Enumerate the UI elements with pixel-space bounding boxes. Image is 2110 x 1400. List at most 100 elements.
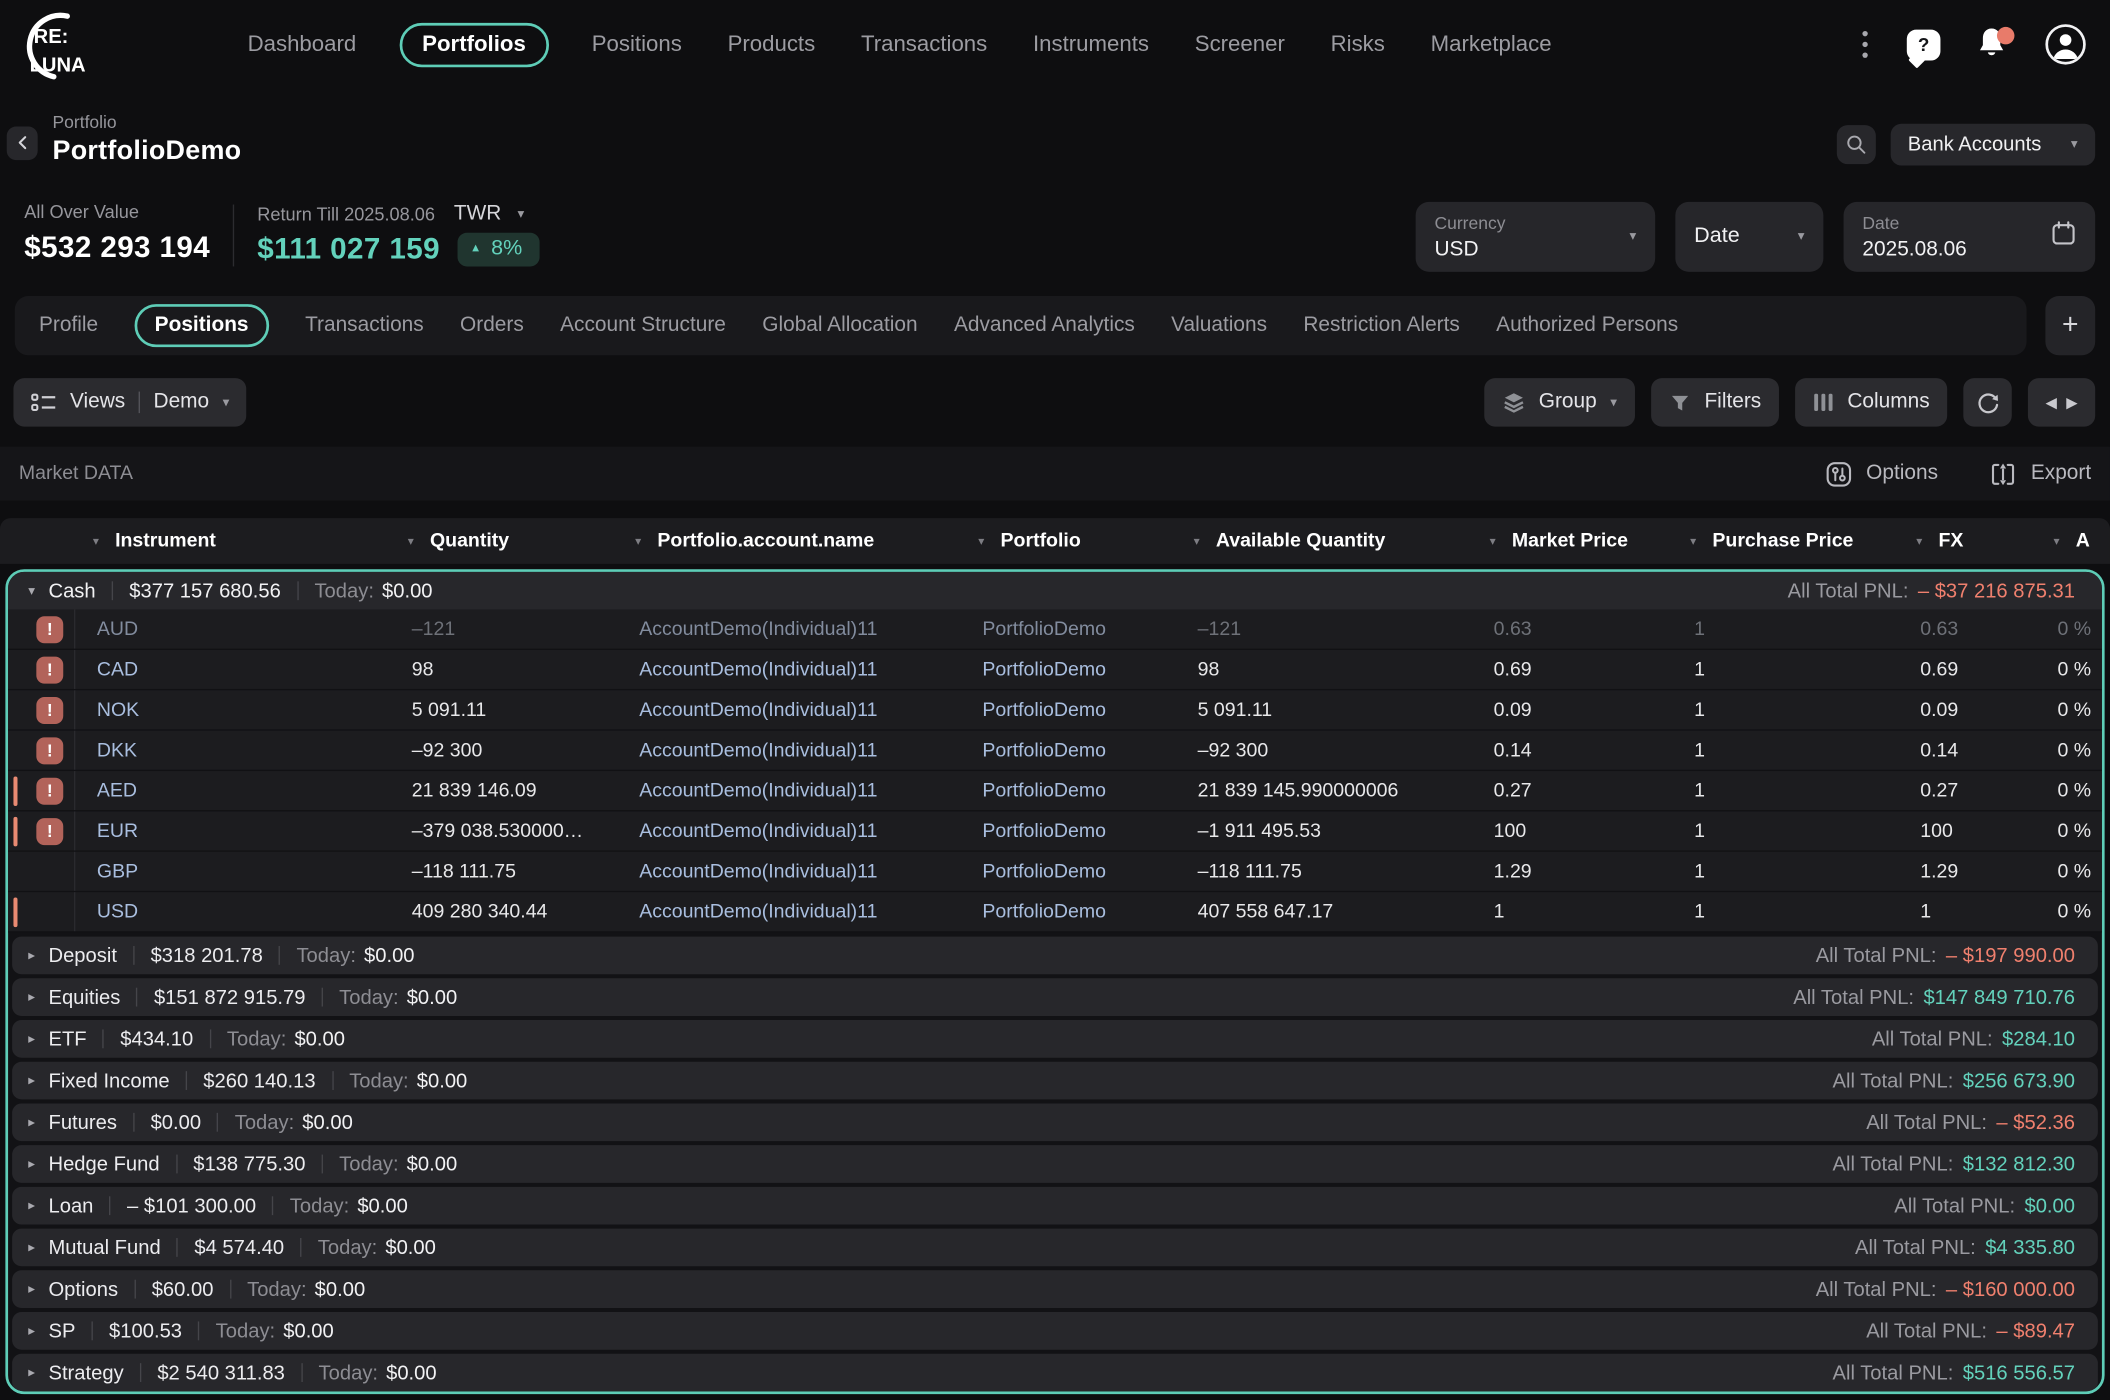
group-pnl: All Total PNL:– $160 000.00 [1816,1278,2075,1301]
nav-item-transactions[interactable]: Transactions [858,24,990,66]
sort-caret-icon: ▾ [978,534,984,549]
divider [279,946,280,965]
group-row-fixed-income[interactable]: ▸Fixed Income$260 140.13Today:$0.00All T… [12,1062,2098,1100]
table-row-gbp[interactable]: GBP–118 111.75AccountDemo(Individual)11P… [8,852,2102,892]
group-row-options[interactable]: ▸Options$60.00Today:$0.00All Total PNL:–… [12,1270,2098,1308]
nav-item-portfolios[interactable]: Portfolios [399,22,548,66]
pnl-value: – $197 990.00 [1946,944,2075,967]
add-tab-button[interactable]: + [2045,296,2095,355]
tab-profile[interactable]: Profile [39,314,98,338]
market-data-bar: Market DATA Options [0,447,2110,501]
cell-market_price: 0.63 [1472,618,1673,640]
date-mode-label: Date [1694,225,1739,249]
expand-caret-icon[interactable]: ▾ [28,583,35,598]
table-row-cad[interactable]: !CAD98AccountDemo(Individual)11Portfolio… [8,650,2102,690]
all-over-value-label: All Over Value [24,202,210,222]
nav-item-marketplace[interactable]: Marketplace [1428,24,1554,66]
columns-button[interactable]: Columns [1795,378,1947,426]
table-row-dkk[interactable]: !DKK–92 300AccountDemo(Individual)11Port… [8,731,2102,771]
return-mode-selector[interactable]: TWR [454,202,501,226]
column-header-instrument[interactable]: ▾Instrument [67,530,382,552]
divider [133,1113,134,1132]
divider [139,392,140,414]
group-row-etf[interactable]: ▸ETF$434.10Today:$0.00All Total PNL:$284… [12,1020,2098,1058]
all-over-value-block: All Over Value $532 293 194 [24,202,210,265]
group-row-strategy[interactable]: ▸Strategy$2 540 311.83Today:$0.00All Tot… [12,1354,2098,1392]
group-row-futures[interactable]: ▸Futures$0.00Today:$0.00All Total PNL:– … [12,1103,2098,1141]
tab-global-allocation[interactable]: Global Allocation [762,314,917,338]
column-header-purchase-price[interactable]: ▾Purchase Price [1665,530,1891,552]
kebab-menu-icon[interactable] [1857,26,1873,64]
group-row-hedge-fund[interactable]: ▸Hedge Fund$138 775.30Today:$0.00All Tot… [12,1145,2098,1183]
filters-button[interactable]: Filters [1651,378,1779,426]
nav-item-screener[interactable]: Screener [1192,24,1287,66]
table-row-nok[interactable]: !NOK5 091.11AccountDemo(Individual)11Por… [8,690,2102,730]
group-pnl: All Total PNL:$4 335.80 [1855,1236,2075,1259]
column-header-fx[interactable]: ▾FX [1891,530,2028,552]
help-icon[interactable]: ? [1907,29,1941,60]
nav-item-risks[interactable]: Risks [1328,24,1388,66]
tab-orders[interactable]: Orders [460,314,524,338]
column-header-available-quantity[interactable]: ▾Available Quantity [1168,530,1464,552]
column-header-market-price[interactable]: ▾Market Price [1464,530,1665,552]
plus-icon: + [2062,310,2079,342]
tab-authorized-persons[interactable]: Authorized Persons [1496,314,1678,338]
expand-caret-icon: ▸ [28,1282,35,1297]
views-selector[interactable]: Views Demo ▾ [13,378,246,426]
export-button[interactable]: Export [1989,460,2091,488]
currency-select[interactable]: Currency USD ▾ [1416,202,1656,272]
pnl-value: $516 556.57 [1963,1361,2075,1384]
group-button[interactable]: Group ▾ [1484,378,1635,426]
column-header-a[interactable]: ▾A [2028,530,2110,552]
nav-item-positions[interactable]: Positions [589,24,684,66]
tab-valuations[interactable]: Valuations [1171,314,1267,338]
group-row-sp[interactable]: ▸SP$100.53Today:$0.00All Total PNL:– $89… [12,1312,2098,1350]
back-button[interactable] [7,126,38,160]
column-header-portfolio-account-name[interactable]: ▾Portfolio.account.name [610,530,953,552]
nav-item-instruments[interactable]: Instruments [1030,24,1151,66]
group-row-loan[interactable]: ▸Loan– $101 300.00Today:$0.00All Total P… [12,1187,2098,1225]
pnl-label: All Total PNL: [1793,986,1914,1009]
tab-transactions[interactable]: Transactions [305,314,424,338]
date-mode-select[interactable]: Date ▾ [1675,202,1823,272]
tab-positions[interactable]: Positions [134,304,268,347]
group-row-cash[interactable]: ▾ Cash $377 157 680.56 Today: $0.00 All … [8,572,2102,610]
divider [272,1196,273,1215]
table-row-usd[interactable]: USD409 280 340.44AccountDemo(Individual)… [8,892,2102,932]
tab-restriction-alerts[interactable]: Restriction Alerts [1303,314,1459,338]
table-row-aud[interactable]: !AUD–121AccountDemo(Individual)11Portfol… [8,610,2102,650]
tab-account-structure[interactable]: Account Structure [560,314,726,338]
column-scroll-arrows[interactable]: ◀ ▶ [2028,378,2095,426]
nav-item-products[interactable]: Products [725,24,818,66]
divider [332,1071,333,1090]
table-row-eur[interactable]: !EUR–379 038.530000…AccountDemo(Individu… [8,811,2102,851]
options-button[interactable]: Options [1824,460,1938,488]
group-row-deposit[interactable]: ▸Deposit$318 201.78Today:$0.00All Total … [12,937,2098,975]
date-picker[interactable]: Date 2025.08.06 [1844,202,2096,272]
avatar[interactable] [2045,24,2085,64]
table-row-aed[interactable]: !AED21 839 146.09AccountDemo(Individual)… [8,771,2102,811]
top-navigation: RE: LUNA Dashboard Portfolios Positions Pro… [0,0,2110,89]
cell-quantity: 98 [390,659,617,681]
return-label: Return Till 2025.08.06 [257,204,435,224]
cell-portfolio: PortfolioDemo [961,901,1176,923]
group-row-equities[interactable]: ▸Equities$151 872 915.79Today:$0.00All T… [12,978,2098,1016]
group-row-mutual-fund[interactable]: ▸Mutual Fund$4 574.40Today:$0.00All Tota… [12,1229,2098,1267]
summary-row: All Over Value $532 293 194 Return Till … [0,188,2110,277]
refresh-button[interactable] [1963,378,2011,426]
reluna-logo[interactable]: RE: LUNA [13,7,110,82]
chevron-down-icon[interactable]: ▾ [518,207,525,222]
search-button[interactable] [1836,124,1875,163]
arrow-right-icon[interactable]: ▶ [2066,394,2077,411]
divider [177,1238,178,1257]
nav-item-dashboard[interactable]: Dashboard [245,24,359,66]
arrow-left-icon[interactable]: ◀ [2045,394,2056,411]
notifications-bell-icon[interactable] [1974,26,2012,64]
group-rows: ▸Deposit$318 201.78Today:$0.00All Total … [8,937,2102,1392]
tab-advanced-analytics[interactable]: Advanced Analytics [954,314,1135,338]
cell-alloc: 0 % [2036,780,2105,802]
pnl-label: All Total PNL: [1866,1319,1987,1342]
column-header-portfolio[interactable]: ▾Portfolio [953,530,1168,552]
column-header-quantity[interactable]: ▾Quantity [382,530,609,552]
bank-accounts-dropdown[interactable]: Bank Accounts ▾ [1890,123,2095,165]
